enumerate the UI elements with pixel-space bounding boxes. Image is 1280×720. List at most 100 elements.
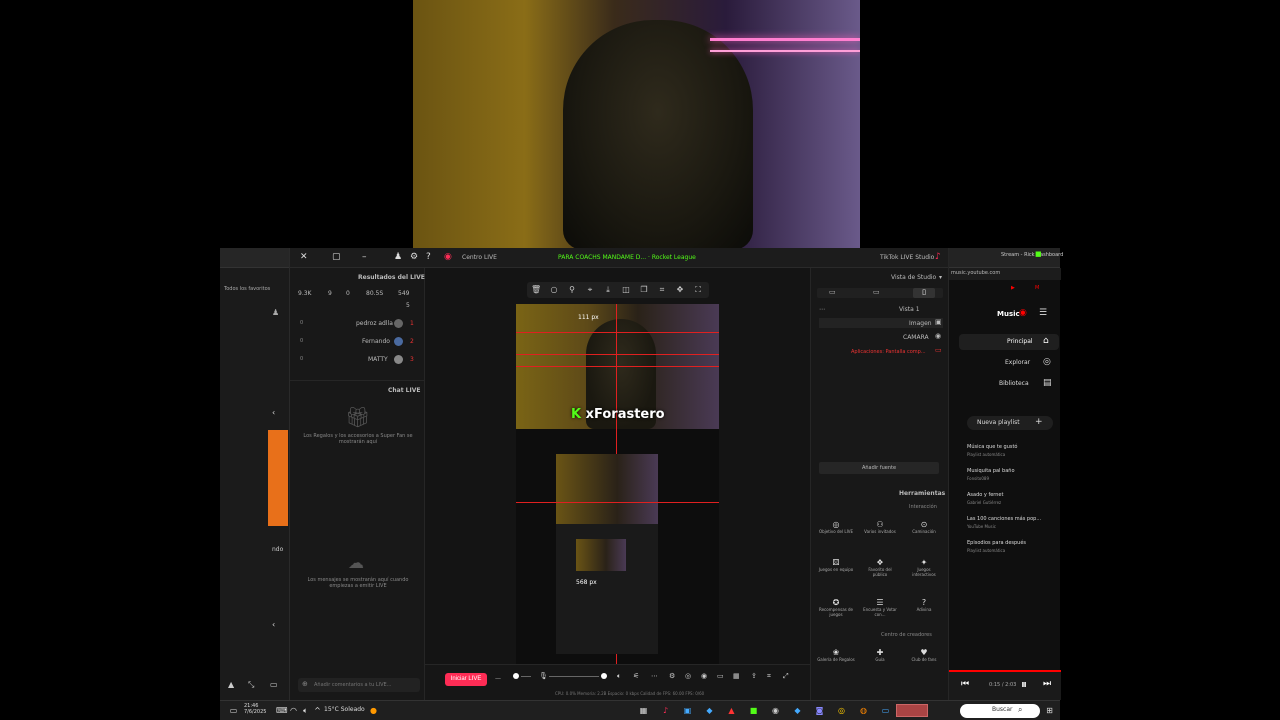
close-icon[interactable]: ✕: [300, 252, 308, 262]
chevron-left-icon[interactable]: ‹: [272, 408, 275, 417]
crop-icon[interactable]: ⌗: [767, 672, 771, 681]
promo-banner[interactable]: [268, 430, 288, 526]
chevron-left-icon[interactable]: ‹: [272, 620, 275, 629]
tool-guide[interactable]: ✚ Guía: [861, 648, 899, 678]
chevron-down-icon[interactable]: ▾: [939, 274, 942, 281]
studio-view-header[interactable]: Vista de Studio: [891, 274, 936, 281]
more-icon[interactable]: ⋯: [819, 306, 825, 313]
playlist-item[interactable]: Música que te gustó Playlist automática: [949, 442, 1061, 462]
effects-icon[interactable]: ⚙: [669, 672, 675, 680]
tool-live-goal[interactable]: ◎ Objetivo del LIVE: [817, 520, 855, 550]
tiktok-studio-icon[interactable]: ♪: [660, 705, 671, 716]
nav-biblioteca[interactable]: Biblioteca ▤: [959, 376, 1059, 392]
share-icon[interactable]: ⇪: [751, 672, 757, 680]
volume-slider-knob[interactable]: [601, 673, 607, 679]
next-icon[interactable]: ⏭︎: [1043, 679, 1051, 689]
notification-icon[interactable]: ▭: [228, 705, 239, 716]
ranking-row[interactable]: 0 pedroz adlla 1: [290, 318, 425, 330]
volume-slider-track[interactable]: [549, 676, 599, 677]
tool-fan-club[interactable]: ♥ Club de fans: [905, 648, 943, 678]
landscape-view-icon[interactable]: ▭: [873, 288, 880, 296]
tool-walk[interactable]: ⊙ Caminación: [905, 520, 943, 550]
tool-game-rewards[interactable]: ✪ Recompensas de juegos: [817, 598, 855, 628]
settings-icon[interactable]: ⚙: [410, 252, 418, 262]
app-icon[interactable]: ◆: [704, 705, 715, 716]
taskbar-search[interactable]: Buscar ⌕: [960, 704, 1040, 718]
screen-icon[interactable]: ▭: [717, 672, 724, 680]
youtube-icon[interactable]: ▶: [1011, 285, 1015, 291]
crop-icon[interactable]: ⌗: [657, 285, 667, 295]
position-icon[interactable]: ✥: [675, 285, 685, 295]
kick-icon[interactable]: ■: [748, 705, 759, 716]
ranking-row[interactable]: 0 Fernando 2: [290, 336, 425, 348]
mic-icon[interactable]: 🎙︎: [539, 672, 548, 680]
app-icon[interactable]: ◎: [836, 705, 847, 716]
scene-name[interactable]: Vista 1: [899, 306, 920, 313]
notification-icon[interactable]: ◉: [444, 252, 452, 262]
screen-capture-source[interactable]: [556, 454, 658, 654]
taskbar-thumbnail[interactable]: [896, 704, 928, 717]
playlist-item[interactable]: Las 100 canciones más pop... YouTube Mus…: [949, 514, 1061, 534]
filter-icon[interactable]: ⚲: [567, 285, 577, 295]
windows-start-icon[interactable]: ⊞: [1044, 705, 1055, 716]
crop-icon[interactable]: ⤡: [248, 680, 254, 690]
tool-gift-gallery[interactable]: ❀ Galería de Regalos: [817, 648, 855, 678]
chat-input[interactable]: [314, 680, 414, 690]
copy-icon[interactable]: ❐: [639, 285, 649, 295]
live-center-link[interactable]: Centro LIVE: [462, 254, 497, 261]
wifi-icon[interactable]: ◠: [288, 705, 299, 716]
tool-multi-guest[interactable]: ⚇ Varios invitados: [861, 520, 899, 550]
app-icon[interactable]: ▭: [880, 705, 891, 716]
nav-principal[interactable]: Principal ⌂: [959, 334, 1059, 350]
app-icon[interactable]: ▲: [726, 705, 737, 716]
chevron-up-icon[interactable]: ^: [312, 705, 323, 716]
stream-preview-canvas[interactable]: 111 px K xForastero 568 px: [516, 304, 719, 664]
tool-guess[interactable]: ? Adivina: [905, 598, 943, 628]
dual-view-icon[interactable]: ▭: [829, 288, 836, 296]
download-icon[interactable]: ⤓: [603, 285, 613, 295]
new-playlist-button[interactable]: Nueva playlist +: [967, 416, 1053, 430]
frame-icon[interactable]: ▭: [270, 680, 278, 689]
fullscreen-icon[interactable]: ⛶: [693, 285, 703, 295]
layout-icon[interactable]: ▦: [733, 672, 740, 680]
more-icon[interactable]: ⋯: [651, 672, 658, 680]
tool-audience-favorite[interactable]: ❖ Favorito del público: [861, 558, 899, 588]
cursor-up-icon[interactable]: ▲: [228, 680, 234, 689]
source-item[interactable]: Aplicaciones: Pantalla comp... ▭: [819, 346, 943, 356]
address-bar[interactable]: music.youtube.com: [949, 268, 1061, 280]
previous-icon[interactable]: ⏮︎: [961, 679, 969, 689]
tab-title[interactable]: Stream - Rick Dashboard: [1001, 252, 1063, 258]
url-text[interactable]: music.youtube.com: [951, 270, 1000, 276]
tool-team-games[interactable]: ⚄ Juegos en equipo: [817, 558, 855, 588]
volume-icon[interactable]: 🔈︎: [300, 705, 311, 716]
menu-icon[interactable]: ☰: [1039, 308, 1047, 318]
maximize-icon[interactable]: ▢: [332, 252, 341, 262]
playlist-item[interactable]: Musiquita pal baño Fonsito089: [949, 466, 1061, 486]
stream-title[interactable]: PARA COACHS MANDAME D... · Rocket League: [558, 254, 696, 261]
record-icon[interactable]: ◎: [685, 672, 691, 680]
mic-slider-track[interactable]: [521, 676, 531, 677]
app-icon[interactable]: ◆: [792, 705, 803, 716]
language-icon[interactable]: ⌨: [276, 705, 288, 716]
mic-slider-knob[interactable]: [513, 673, 519, 679]
weather-widget[interactable]: 15°C Soleado: [324, 706, 365, 713]
chrome-icon[interactable]: ◍: [858, 705, 869, 716]
pause-icon[interactable]: ⏸︎: [1021, 677, 1027, 692]
portrait-view-icon[interactable]: ▯: [913, 288, 935, 298]
playlist-item[interactable]: Episodios para después Playlist automáti…: [949, 538, 1061, 558]
gmail-icon[interactable]: M: [1035, 285, 1039, 291]
app-icon[interactable]: ▣: [682, 705, 693, 716]
chat-input-container[interactable]: ⊕: [298, 678, 420, 692]
mirror-icon[interactable]: ◫: [621, 285, 631, 295]
add-source-button[interactable]: Añadir fuente: [819, 462, 939, 474]
tool-interactive-games[interactable]: ✦ Juegos interactivos: [905, 558, 943, 588]
ranking-row[interactable]: 0 MATTY 3: [290, 354, 425, 366]
add-icon[interactable]: ⊕: [302, 680, 308, 688]
playlist-item[interactable]: Asado y fernet Gabriel Gutiérrez: [949, 490, 1061, 510]
app-icon[interactable]: ◉: [770, 705, 781, 716]
minimize-icon[interactable]: –: [362, 252, 367, 262]
nav-explorar[interactable]: Explorar ◎: [959, 355, 1059, 371]
speaker-icon[interactable]: 🔈︎: [617, 672, 621, 681]
bookmarks-label[interactable]: Todos los favoritos: [224, 286, 270, 292]
user-icon[interactable]: ♟: [394, 252, 402, 262]
